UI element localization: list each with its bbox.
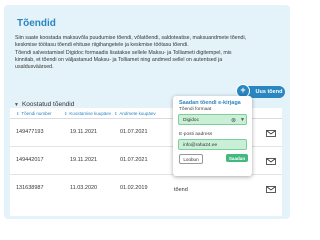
cell-type: tõend: [174, 187, 188, 193]
cell-data-date: 01.07.2021: [120, 129, 148, 135]
sort-icon: ⇕: [64, 111, 68, 116]
sort-icon: ⇕: [16, 111, 20, 116]
clear-icon[interactable]: ⊗: [231, 117, 236, 124]
table-row: 131638987 11.03.2020 01.02.2019 tõend: [10, 175, 282, 202]
format-select[interactable]: Digidoc ⊗ ▼: [178, 114, 247, 125]
column-header-label: Koostamise kuupäev: [69, 111, 112, 116]
cancel-button[interactable]: Loobun: [179, 154, 203, 164]
description-line: Tõendi salvestamisel Digidoc formaadis l…: [15, 49, 232, 56]
email-value: info@raha24.ee: [183, 142, 218, 148]
cell-created: 19.11.2021: [70, 157, 98, 163]
column-header-data-date[interactable]: ⇕ Andmete kuupäev: [114, 111, 156, 116]
new-certificate-label: Uus tõend: [255, 89, 283, 95]
cell-created: 11.03.2020: [70, 185, 98, 191]
send-email-popup: Saadan tõendi e-kirjaga Tõendi formaat D…: [173, 96, 252, 176]
description-line: kinnitab, et tõendi on väljastanud Maksu…: [15, 56, 223, 63]
email-label: E-posti aadress: [179, 132, 213, 137]
page-description: Siin saate koostada maksuvõla puudumise …: [15, 35, 287, 71]
send-button[interactable]: Saadan: [226, 154, 248, 162]
format-label: Tõendi formaat: [179, 107, 212, 112]
sort-icon: ⇕: [114, 111, 118, 116]
cell-number: 149442017: [16, 157, 44, 163]
cell-data-date: 01.07.2021: [120, 157, 148, 163]
page-title: Tõendid: [17, 18, 56, 29]
popup-title: Saadan tõendi e-kirjaga: [179, 100, 241, 106]
cell-number: 149477193: [16, 129, 44, 135]
chevron-down-icon: ▼: [240, 117, 245, 123]
column-header-number[interactable]: ⇕ Tõendi number: [16, 111, 52, 116]
cell-number: 131638987: [16, 185, 44, 191]
section-title: Koostatud tõendid: [21, 101, 75, 108]
cell-created: 19.11.2021: [70, 129, 98, 135]
chevron-down-icon: ▼: [14, 101, 19, 108]
cell-data-date: 01.02.2019: [120, 185, 148, 191]
envelope-icon[interactable]: [266, 130, 276, 137]
description-line: usaldusväärsed.: [15, 64, 54, 71]
envelope-icon[interactable]: [266, 186, 276, 193]
envelope-icon[interactable]: [266, 158, 276, 165]
section-toggle[interactable]: ▼ Koostatud tõendid: [14, 101, 74, 108]
column-header-label: Tõendi number: [21, 111, 52, 116]
description-line: keskmise töötasu tõendi ehituse riigihan…: [15, 42, 189, 49]
column-header-label: Andmete kuupäev: [119, 111, 156, 116]
description-line: Siin saate koostada maksuvõla puudumise …: [15, 35, 247, 41]
format-value: Digidoc: [183, 117, 199, 123]
column-header-created[interactable]: ⇕ Koostamise kuupäev: [64, 111, 111, 116]
email-field[interactable]: info@raha24.ee: [178, 139, 247, 150]
